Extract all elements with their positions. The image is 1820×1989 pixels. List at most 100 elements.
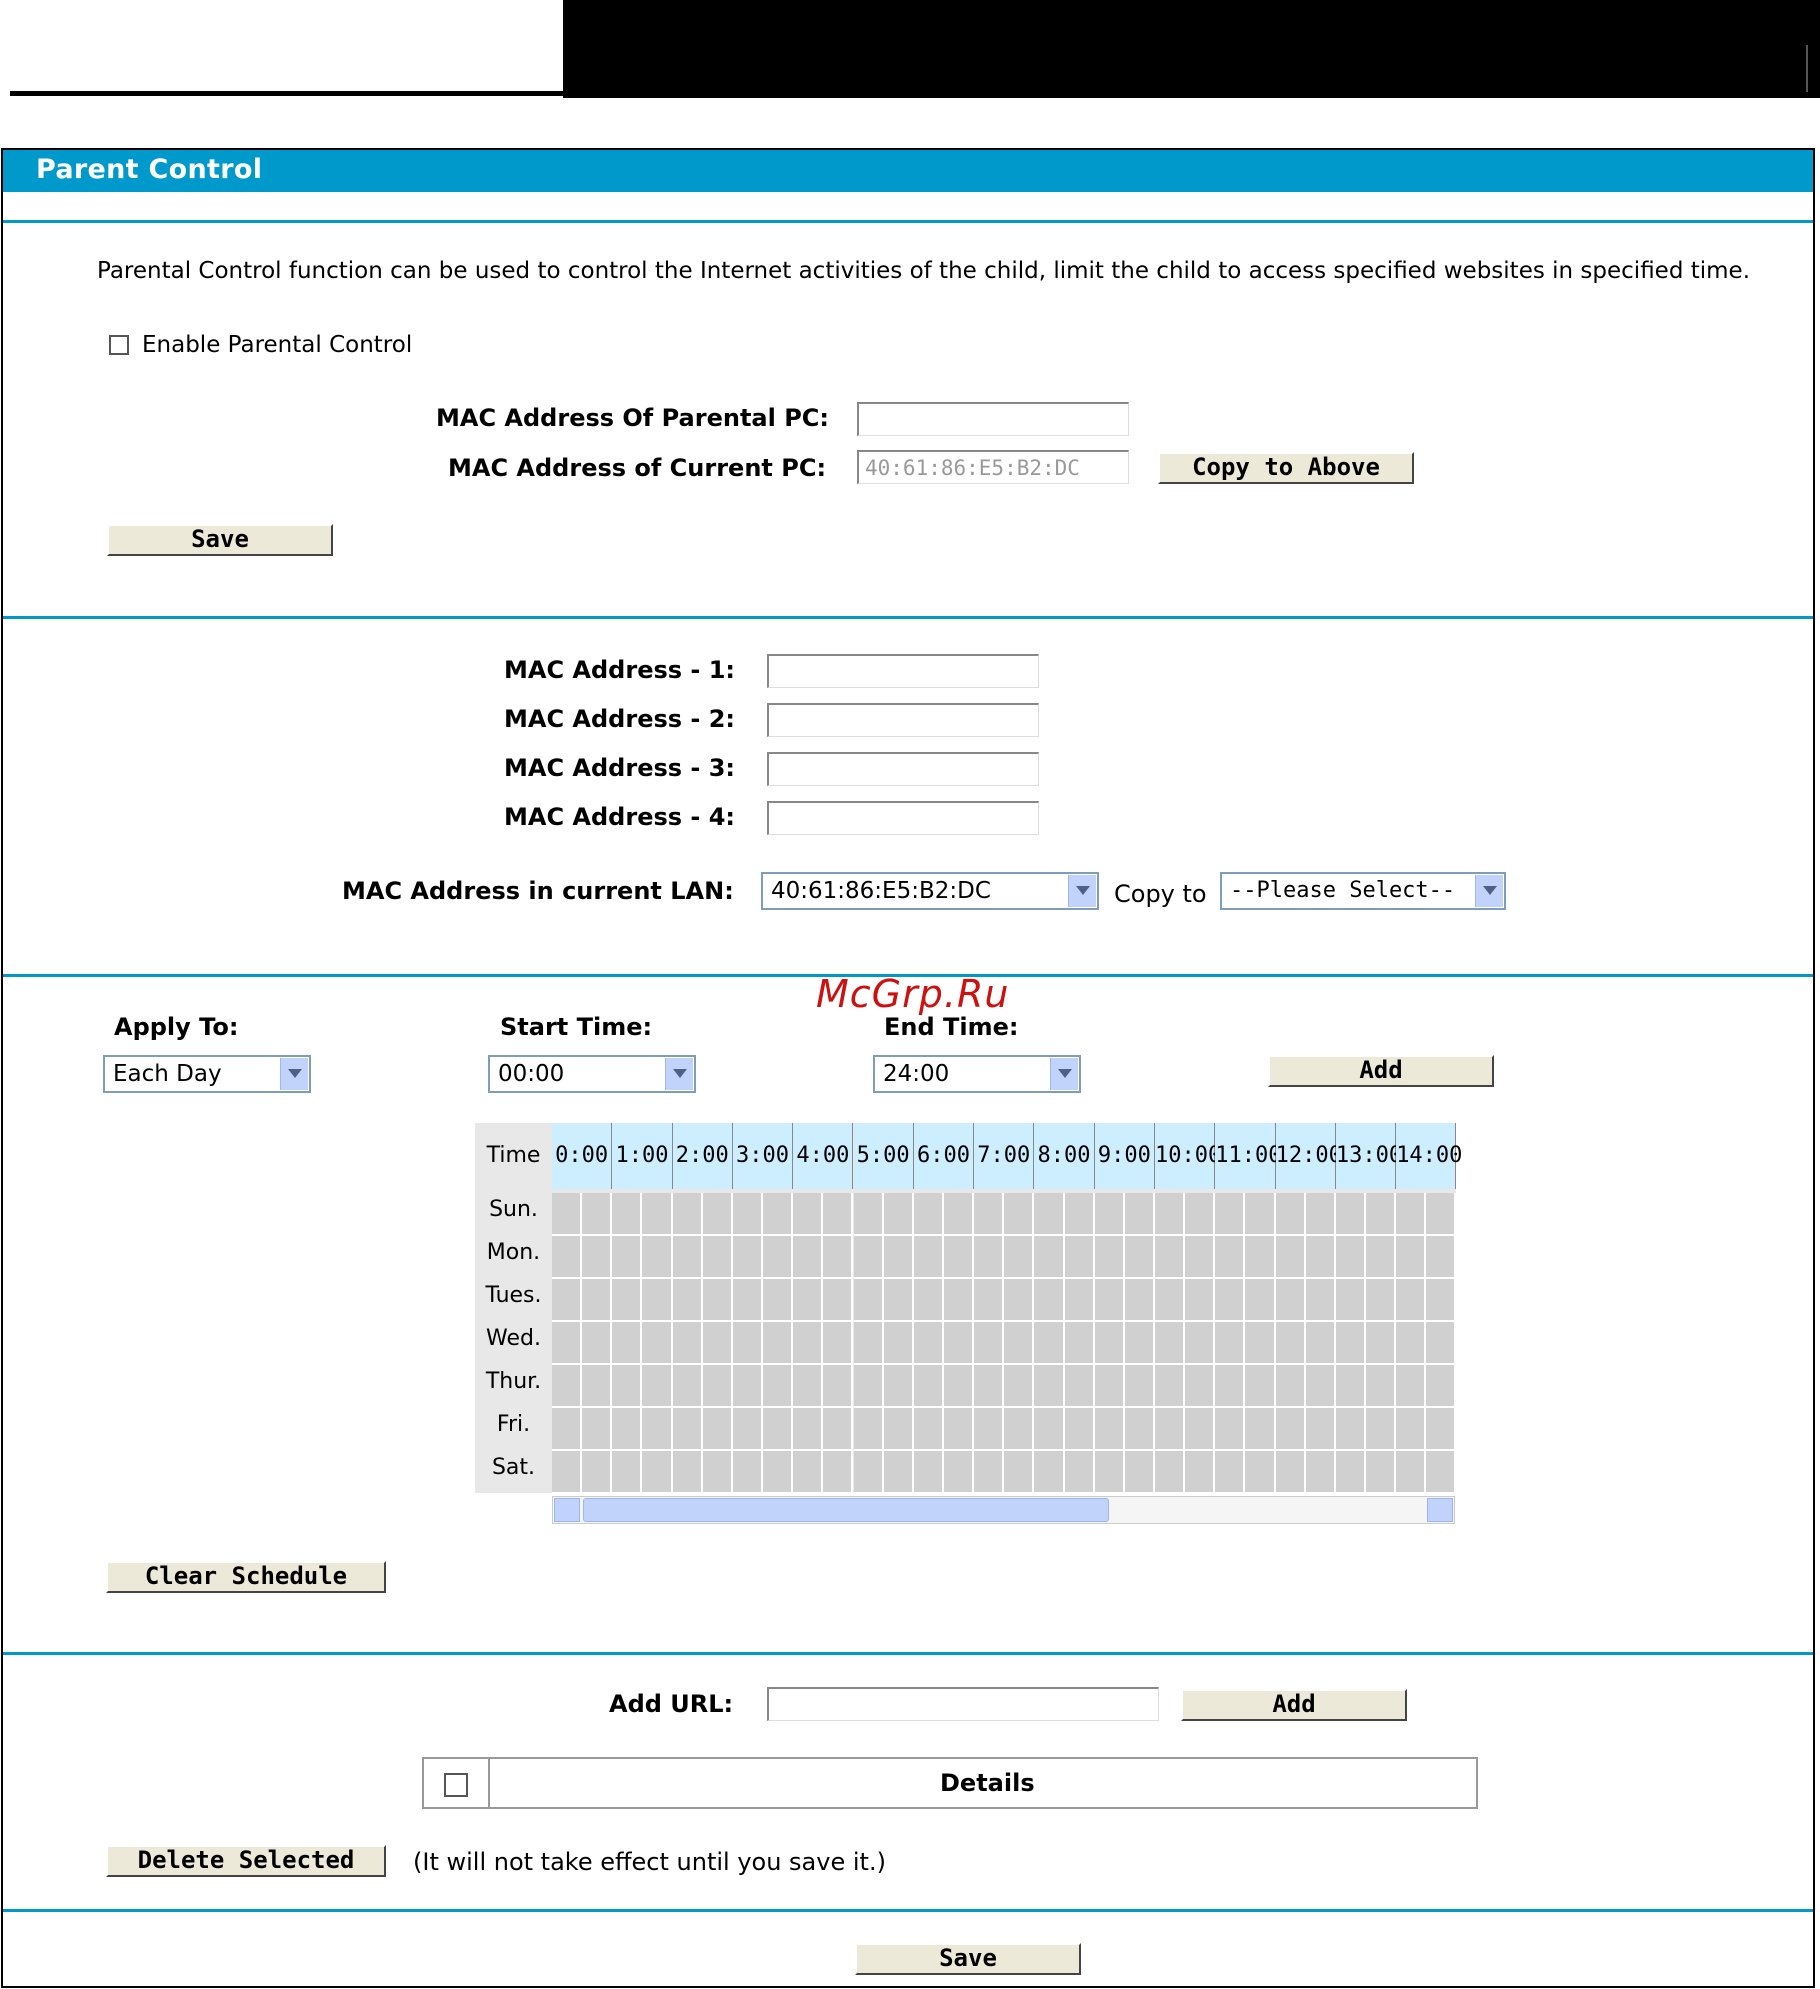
schedule-cell[interactable] — [1245, 1365, 1276, 1408]
mac3-input[interactable] — [767, 752, 1039, 786]
schedule-cell[interactable] — [793, 1408, 824, 1451]
schedule-cell[interactable] — [672, 1236, 703, 1279]
schedule-cell[interactable] — [883, 1322, 914, 1365]
schedule-cell[interactable] — [1064, 1451, 1095, 1494]
schedule-cell[interactable] — [823, 1279, 854, 1322]
schedule-cell[interactable] — [1004, 1193, 1035, 1236]
schedule-cell[interactable] — [1335, 1451, 1367, 1494]
schedule-cell[interactable] — [1215, 1279, 1246, 1322]
schedule-cell[interactable] — [732, 1322, 764, 1365]
schedule-cell[interactable] — [883, 1408, 914, 1451]
schedule-cell[interactable] — [612, 1408, 643, 1451]
schedule-cell[interactable] — [974, 1451, 1005, 1494]
schedule-cell[interactable] — [1215, 1408, 1246, 1451]
schedule-cell[interactable] — [1124, 1451, 1155, 1494]
schedule-cell[interactable] — [1335, 1322, 1367, 1365]
schedule-cell[interactable] — [1155, 1279, 1186, 1322]
schedule-cell[interactable] — [1185, 1451, 1216, 1494]
select-all-checkbox[interactable] — [444, 1773, 468, 1797]
schedule-cell[interactable] — [1366, 1279, 1397, 1322]
schedule-cell[interactable] — [582, 1279, 613, 1322]
schedule-cell[interactable] — [1094, 1236, 1125, 1279]
schedule-cell[interactable] — [1335, 1408, 1367, 1451]
schedule-cell[interactable] — [1305, 1236, 1336, 1279]
schedule-cell[interactable] — [1426, 1236, 1457, 1279]
schedule-cell[interactable] — [1064, 1322, 1095, 1365]
schedule-cell[interactable] — [582, 1322, 613, 1365]
schedule-cell[interactable] — [612, 1451, 643, 1494]
schedule-cell[interactable] — [1305, 1322, 1336, 1365]
chevron-down-icon[interactable] — [1050, 1058, 1078, 1090]
schedule-cell[interactable] — [732, 1236, 764, 1279]
schedule-cell[interactable] — [582, 1193, 613, 1236]
schedule-cell[interactable] — [1004, 1236, 1035, 1279]
schedule-cell[interactable] — [1124, 1365, 1155, 1408]
schedule-cell[interactable] — [823, 1451, 854, 1494]
schedule-cell[interactable] — [1396, 1408, 1427, 1451]
schedule-cell[interactable] — [943, 1279, 975, 1322]
schedule-cell[interactable] — [793, 1451, 824, 1494]
schedule-cell[interactable] — [1155, 1408, 1186, 1451]
schedule-cell[interactable] — [672, 1322, 703, 1365]
schedule-cell[interactable] — [552, 1365, 583, 1408]
schedule-cell[interactable] — [1305, 1193, 1336, 1236]
schedule-cell[interactable] — [913, 1322, 944, 1365]
schedule-cell[interactable] — [582, 1408, 613, 1451]
chevron-down-icon[interactable] — [665, 1058, 693, 1090]
schedule-cell[interactable] — [823, 1236, 854, 1279]
schedule-cell[interactable] — [552, 1322, 583, 1365]
schedule-cell[interactable] — [1426, 1322, 1457, 1365]
schedule-cell[interactable] — [1305, 1451, 1336, 1494]
schedule-cell[interactable] — [1004, 1365, 1035, 1408]
end-time-select[interactable]: 24:00 — [873, 1055, 1081, 1093]
schedule-cell[interactable] — [1396, 1365, 1427, 1408]
schedule-cell[interactable] — [1185, 1408, 1216, 1451]
schedule-cell[interactable] — [1215, 1236, 1246, 1279]
chevron-down-icon[interactable] — [1068, 875, 1096, 907]
scroll-thumb[interactable] — [583, 1498, 1109, 1522]
schedule-cell[interactable] — [1275, 1322, 1306, 1365]
schedule-cell[interactable] — [1366, 1322, 1397, 1365]
schedule-cell[interactable] — [1034, 1193, 1065, 1236]
schedule-cell[interactable] — [1366, 1408, 1397, 1451]
schedule-cell[interactable] — [582, 1451, 613, 1494]
schedule-cell[interactable] — [1335, 1193, 1367, 1236]
mac-parent-input[interactable] — [857, 402, 1129, 436]
schedule-cell[interactable] — [1064, 1279, 1095, 1322]
schedule-cell[interactable] — [1124, 1408, 1155, 1451]
schedule-cell[interactable] — [1034, 1451, 1065, 1494]
schedule-cell[interactable] — [732, 1451, 764, 1494]
schedule-cell[interactable] — [702, 1236, 733, 1279]
schedule-cell[interactable] — [612, 1365, 643, 1408]
schedule-cell[interactable] — [1275, 1365, 1306, 1408]
schedule-cell[interactable] — [1185, 1365, 1216, 1408]
schedule-cell[interactable] — [1124, 1193, 1155, 1236]
schedule-cell[interactable] — [1034, 1236, 1065, 1279]
schedule-cell[interactable] — [883, 1365, 914, 1408]
schedule-cell[interactable] — [732, 1279, 764, 1322]
schedule-cell[interactable] — [1034, 1408, 1065, 1451]
save-button-bottom[interactable]: Save — [855, 1943, 1081, 1975]
schedule-cell[interactable] — [582, 1365, 613, 1408]
schedule-cell[interactable] — [974, 1193, 1005, 1236]
scroll-right-icon[interactable] — [1427, 1498, 1453, 1522]
schedule-cell[interactable] — [1124, 1279, 1155, 1322]
schedule-cell[interactable] — [853, 1322, 884, 1365]
schedule-cell[interactable] — [1215, 1193, 1246, 1236]
schedule-cell[interactable] — [1335, 1279, 1367, 1322]
schedule-cell[interactable] — [552, 1451, 583, 1494]
schedule-cell[interactable] — [642, 1408, 673, 1451]
schedule-cell[interactable] — [793, 1193, 824, 1236]
schedule-cell[interactable] — [943, 1322, 975, 1365]
schedule-cell[interactable] — [763, 1193, 794, 1236]
schedule-cell[interactable] — [1094, 1365, 1125, 1408]
schedule-cell[interactable] — [763, 1279, 794, 1322]
schedule-cell[interactable] — [853, 1193, 884, 1236]
schedule-cell[interactable] — [642, 1236, 673, 1279]
schedule-cell[interactable] — [1215, 1322, 1246, 1365]
schedule-cell[interactable] — [1396, 1236, 1427, 1279]
schedule-cell[interactable] — [1215, 1451, 1246, 1494]
schedule-cell[interactable] — [913, 1193, 944, 1236]
schedule-cell[interactable] — [1396, 1279, 1427, 1322]
schedule-cell[interactable] — [913, 1236, 944, 1279]
